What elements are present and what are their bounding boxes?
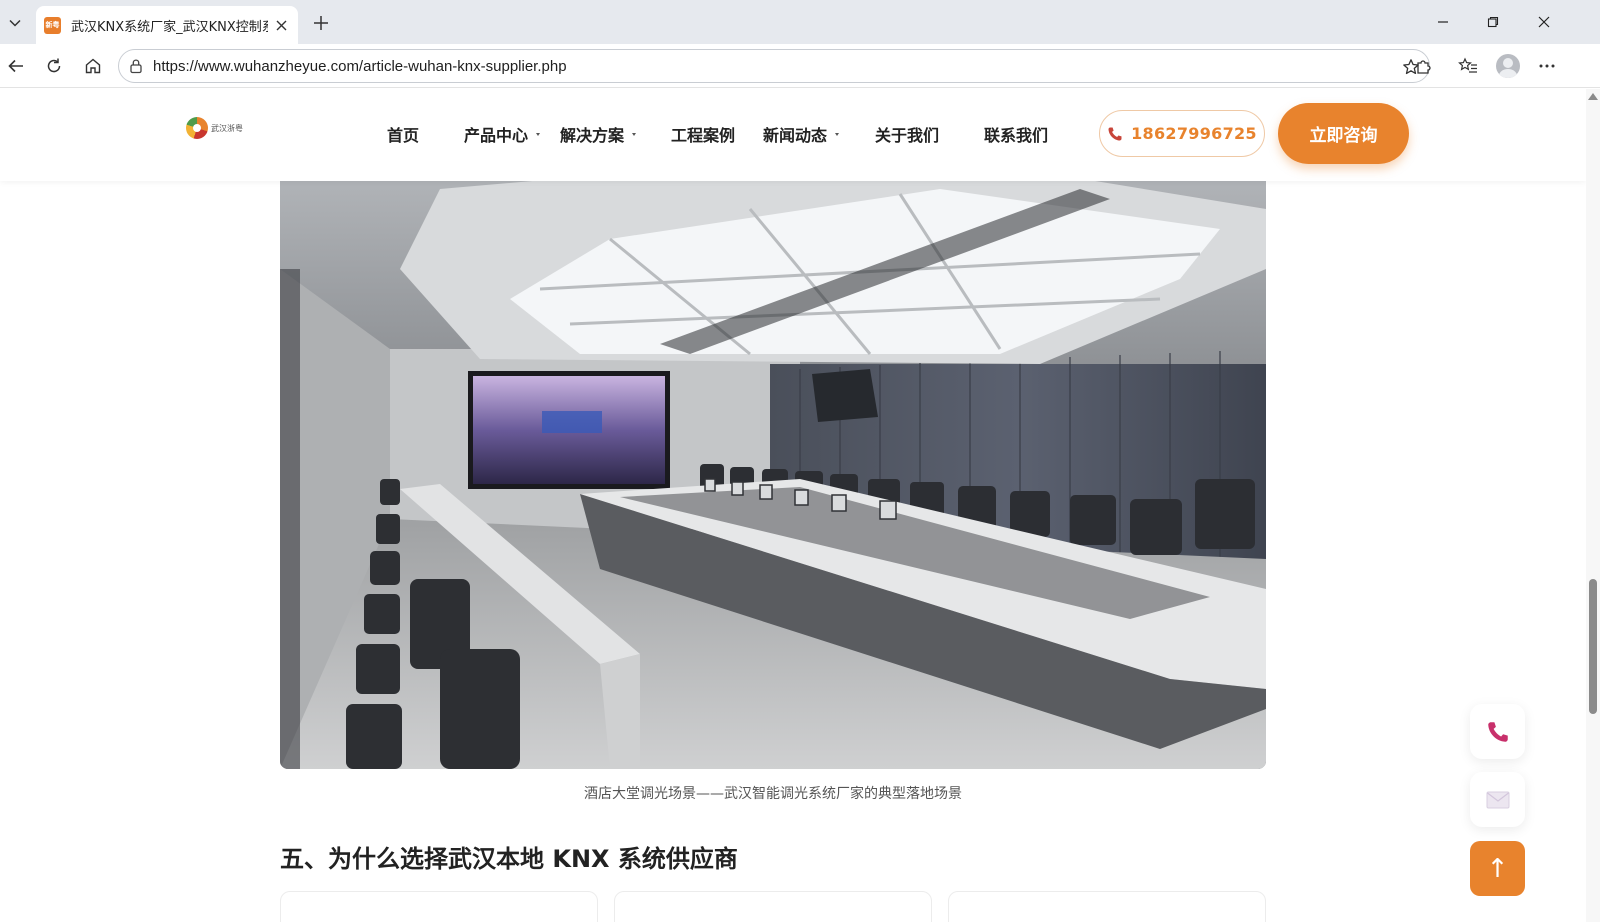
image-caption: 酒店大堂调光场景——武汉智能调光系统厂家的典型落地场景 — [584, 786, 962, 802]
puzzle-icon — [1417, 60, 1431, 74]
caret-down-icon — [632, 132, 637, 136]
url-text[interactable]: https://www.wuhanzheyue.com/article-wuha… — [153, 58, 567, 75]
profile-button[interactable] — [1492, 50, 1524, 82]
conference-room-photo — [280, 149, 1266, 769]
nav-item-products[interactable]: 产品中心 — [464, 122, 541, 146]
site-header: 武汉浙粤 首页 产品中心 解决方案 工程案例 新闻动态 关于我们 联系我们 18… — [0, 89, 1586, 181]
page-viewport: 酒店大堂调光场景——武汉智能调光系统厂家的典型落地场景 五、为什么选择武汉本地 … — [0, 89, 1586, 922]
address-bar[interactable]: https://www.wuhanzheyue.com/article-wuha… — [118, 49, 1430, 83]
back-button[interactable] — [0, 50, 32, 82]
favorites-button[interactable] — [1452, 50, 1484, 82]
nav-label: 产品中心 — [464, 126, 529, 145]
close-icon — [276, 20, 287, 30]
nav-label: 首页 — [387, 126, 420, 145]
phone-icon — [1108, 127, 1122, 140]
more-icon — [1539, 64, 1555, 68]
logo-text: 武汉浙粤 — [211, 123, 243, 133]
nav-item-about[interactable]: 关于我们 — [875, 122, 939, 146]
minimize-icon — [1438, 21, 1448, 23]
section-heading: 五、为什么选择武汉本地 KNX 系统供应商 — [280, 845, 738, 873]
nav-item-home[interactable]: 首页 — [387, 122, 419, 146]
new-tab-button[interactable] — [306, 8, 336, 38]
browser-tab-active[interactable]: 新粤 武汉KNX系统厂家_武汉KNX控制系 — [36, 6, 298, 44]
phone-number: 18627996725 — [1131, 124, 1257, 143]
scroll-up-arrow-icon[interactable] — [1588, 93, 1598, 100]
avatar — [1496, 54, 1520, 78]
float-phone-button[interactable] — [1470, 704, 1525, 759]
consult-button[interactable]: 立即咨询 — [1278, 103, 1409, 164]
close-window-button[interactable] — [1524, 6, 1564, 38]
phone-button[interactable]: 18627996725 — [1099, 110, 1265, 157]
reload-button[interactable] — [38, 50, 70, 82]
logo-icon — [186, 117, 208, 139]
site-logo[interactable]: 武汉浙粤 — [186, 117, 243, 139]
settings-menu-button[interactable] — [1531, 50, 1563, 82]
mail-icon — [1486, 791, 1509, 808]
home-icon — [85, 58, 101, 74]
article-image — [280, 149, 1266, 769]
reload-icon — [47, 58, 61, 73]
close-icon — [1538, 16, 1550, 28]
extensions-button[interactable] — [1408, 50, 1440, 82]
nav-item-cases[interactable]: 工程案例 — [671, 122, 735, 146]
caret-down-icon — [835, 132, 840, 136]
page-scrollbar[interactable] — [1586, 89, 1600, 922]
minimize-button[interactable] — [1423, 6, 1463, 38]
browser-tab-bar: 新粤 武汉KNX系统厂家_武汉KNX控制系 — [0, 0, 1600, 44]
chevron-down-icon — [9, 19, 21, 27]
favorites-list-icon — [1458, 57, 1477, 73]
scrollbar-thumb[interactable] — [1589, 579, 1597, 714]
nav-label: 联系我们 — [984, 126, 1049, 145]
address-bar-row: https://www.wuhanzheyue.com/article-wuha… — [0, 44, 1600, 88]
tab-title: 武汉KNX系统厂家_武汉KNX控制系 — [71, 19, 269, 35]
back-to-top-button[interactable]: ↑ — [1470, 841, 1525, 896]
nav-item-solutions[interactable]: 解决方案 — [560, 122, 637, 146]
float-email-button[interactable] — [1470, 772, 1525, 827]
caret-down-icon — [536, 132, 541, 136]
nav-item-contact[interactable]: 联系我们 — [984, 122, 1048, 146]
feature-card — [280, 891, 598, 922]
nav-item-news[interactable]: 新闻动态 — [763, 122, 840, 146]
nav-label: 关于我们 — [875, 126, 940, 145]
nav-label: 工程案例 — [671, 126, 736, 145]
lock-icon[interactable] — [128, 58, 144, 74]
nav-label: 新闻动态 — [763, 126, 828, 145]
nav-label: 解决方案 — [560, 126, 625, 145]
feature-card — [614, 891, 932, 922]
tab-close-button[interactable] — [272, 16, 290, 34]
tab-list-button[interactable] — [0, 8, 30, 38]
phone-icon — [1487, 721, 1508, 742]
restore-icon — [1487, 16, 1499, 28]
feature-card — [948, 891, 1266, 922]
home-button[interactable] — [77, 50, 109, 82]
restore-button[interactable] — [1473, 6, 1513, 38]
favicon-icon: 新粤 — [44, 16, 61, 34]
arrow-left-icon — [8, 59, 23, 73]
plus-icon — [314, 16, 328, 30]
